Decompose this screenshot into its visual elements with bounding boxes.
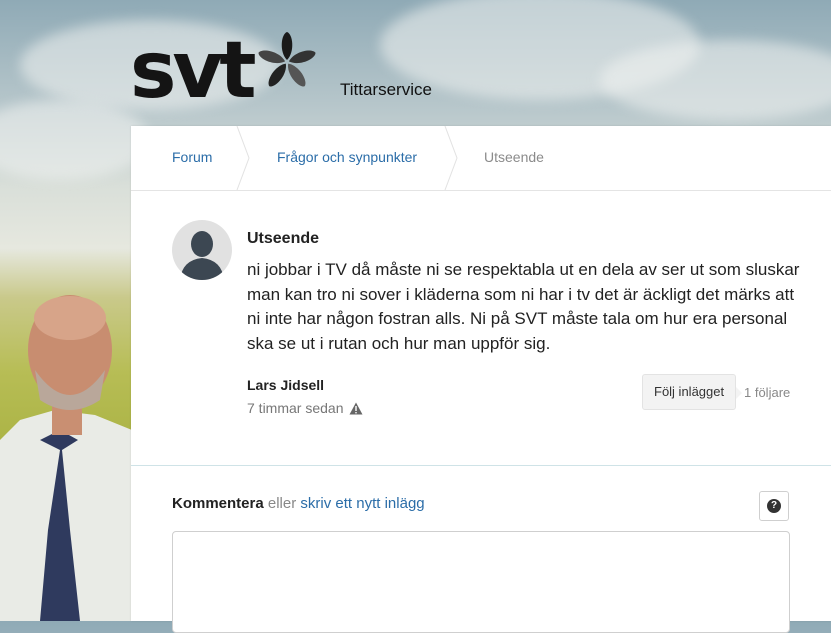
breadcrumb-fragor[interactable]: Frågor och synpunkter [277, 149, 417, 165]
forum-card: Forum Frågor och synpunkter Utseende Uts… [131, 126, 831, 633]
breadcrumb-separator [444, 126, 458, 190]
follow-post-button[interactable]: Följ inlägget [642, 374, 743, 410]
help-button[interactable]: ? [759, 491, 789, 521]
followers-count: 1 följare [744, 385, 791, 400]
comment-label: Kommentera [172, 495, 264, 512]
post-title: Utseende [247, 230, 320, 247]
cloud [0, 100, 150, 180]
background-person-image [0, 295, 140, 621]
post-author[interactable]: Lars Jidsell [247, 377, 324, 393]
new-post-link[interactable]: skriv ett nytt inlägg [300, 495, 424, 512]
svt-flower-icon [258, 32, 316, 87]
comment-or: eller [267, 495, 297, 512]
post-time: 7 timmar sedan [247, 400, 363, 416]
post-time-text: 7 timmar sedan [247, 400, 344, 416]
warning-icon[interactable] [349, 402, 363, 415]
post: Utseende ni jobbar i TV då måste ni se r… [131, 190, 831, 466]
post-body: ni jobbar i TV då måste ni se respektabl… [247, 260, 800, 353]
breadcrumb: Forum Frågor och synpunkter Utseende [131, 126, 831, 191]
breadcrumb-separator [236, 126, 250, 190]
brand-subtitle: Tittarservice [340, 80, 432, 99]
divider [131, 465, 831, 466]
comment-textarea[interactable] [172, 531, 790, 633]
breadcrumb-current: Utseende [484, 149, 544, 165]
user-avatar-icon[interactable] [172, 220, 232, 280]
cloud [600, 40, 831, 120]
svt-logo[interactable]: svt [130, 26, 319, 116]
breadcrumb-forum[interactable]: Forum [172, 149, 212, 165]
comment-heading: Kommentera eller skriv ett nytt inlägg [172, 495, 425, 512]
help-icon: ? [767, 499, 781, 513]
logo-text: svt [130, 26, 257, 116]
